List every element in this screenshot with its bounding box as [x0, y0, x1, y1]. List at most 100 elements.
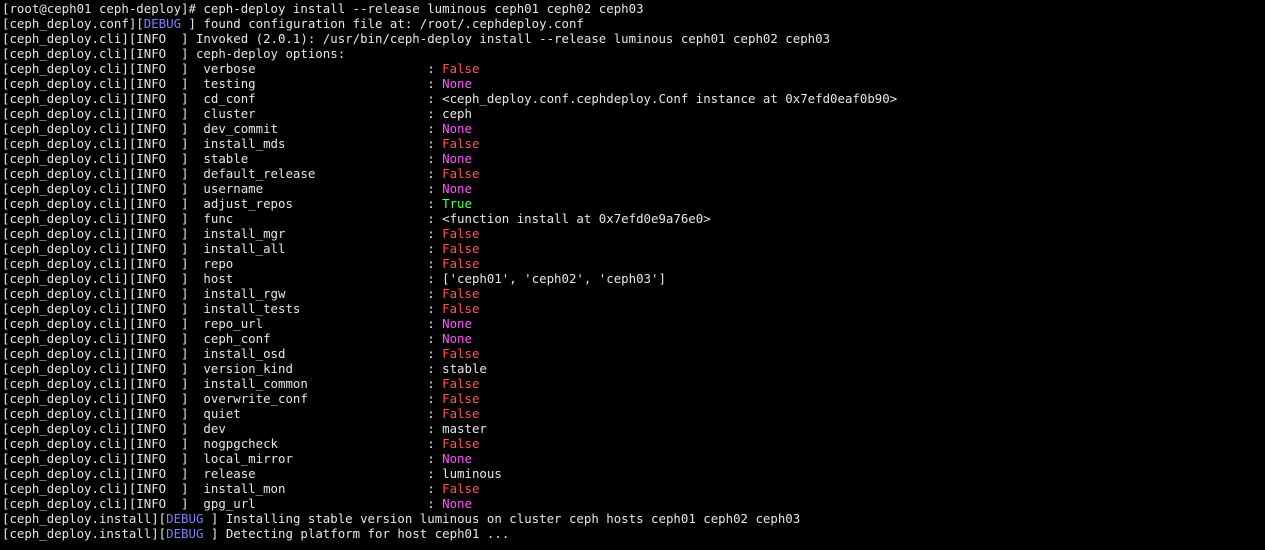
line-text: ] Detecting platform for host ceph01 ...: [203, 526, 510, 541]
line-text: [ceph_deploy.install][: [2, 526, 167, 541]
value-debug: DEBUG: [166, 526, 204, 541]
line-text: [ceph_deploy.cli][INFO ] ceph-deploy opt…: [2, 46, 346, 61]
value-false: False: [442, 346, 480, 361]
value-debug: DEBUG: [143, 16, 182, 31]
terminal-line: [ceph_deploy.cli][INFO ] install_rgw : F…: [0, 286, 1265, 301]
line-text: [ceph_deploy.cli][INFO ] repo_url :: [2, 316, 443, 331]
terminal-line: [ceph_deploy.cli][INFO ] nogpgcheck : Fa…: [0, 436, 1265, 451]
terminal-line: [ceph_deploy.cli][INFO ] install_mon : F…: [0, 481, 1265, 496]
line-text: [ceph_deploy.cli][INFO ] install_mds :: [2, 136, 443, 151]
line-text: [ceph_deploy.cli][INFO ] install_mon :: [2, 481, 443, 496]
terminal-line: [ceph_deploy.cli][INFO ] ceph_conf : Non…: [0, 331, 1265, 346]
terminal-line: [ceph_deploy.cli][INFO ] cluster : ceph: [0, 106, 1265, 121]
terminal-line: [ceph_deploy.cli][INFO ] username : None: [0, 181, 1265, 196]
terminal-line: [ceph_deploy.cli][INFO ] default_release…: [0, 166, 1265, 181]
terminal-line: [ceph_deploy.cli][INFO ] install_tests :…: [0, 301, 1265, 316]
line-text: [ceph_deploy.cli][INFO ] nogpgcheck :: [2, 436, 443, 451]
value-false: False: [442, 286, 480, 301]
terminal-line: [ceph_deploy.cli][INFO ] dev_commit : No…: [0, 121, 1265, 136]
line-text: [ceph_deploy.cli][INFO ] repo :: [2, 256, 443, 271]
terminal-line: [ceph_deploy.cli][INFO ] host : ['ceph01…: [0, 271, 1265, 286]
line-text: [ceph_deploy.cli][INFO ] host : ['ceph01…: [2, 271, 666, 286]
terminal-line: [ceph_deploy.cli][INFO ] install_mds : F…: [0, 136, 1265, 151]
terminal-line: [ceph_deploy.cli][INFO ] adjust_repos : …: [0, 196, 1265, 211]
command-prompt-line: [root@ceph01 ceph-deploy]# ceph-deploy i…: [0, 1, 1265, 16]
line-text: ] Installing stable version luminous on …: [203, 511, 801, 526]
value-false: False: [442, 436, 480, 451]
line-text: [ceph_deploy.cli][INFO ] cluster : ceph: [2, 106, 472, 121]
line-text: [ceph_deploy.cli][INFO ] dev_commit :: [2, 121, 443, 136]
terminal-line: [ceph_deploy.install][DEBUG ] Detecting …: [0, 526, 1265, 541]
value-false: False: [442, 301, 480, 316]
terminal-line: [ceph_deploy.cli][INFO ] ceph-deploy opt…: [0, 46, 1265, 61]
value-none: None: [442, 496, 472, 511]
line-text: [ceph_deploy.cli][INFO ] overwrite_conf …: [2, 391, 443, 406]
line-text: [ceph_deploy.cli][INFO ] install_tests :: [2, 301, 443, 316]
value-none: None: [442, 121, 472, 136]
line-text: [ceph_deploy.cli][INFO ] local_mirror :: [2, 451, 443, 466]
line-text: [ceph_deploy.cli][INFO ] install_all :: [2, 241, 443, 256]
line-text: [ceph_deploy.cli][INFO ] install_common …: [2, 376, 443, 391]
value-false: False: [442, 241, 480, 256]
value-none: None: [442, 181, 472, 196]
value-false: False: [442, 481, 480, 496]
line-text: [ceph_deploy.conf][: [2, 16, 144, 31]
terminal-line: [ceph_deploy.cli][INFO ] local_mirror : …: [0, 451, 1265, 466]
value-false: False: [442, 61, 480, 76]
terminal-line: [ceph_deploy.cli][INFO ] repo_url : None: [0, 316, 1265, 331]
terminal-line: [ceph_deploy.cli][INFO ] Invoked (2.0.1)…: [0, 31, 1265, 46]
line-text: [ceph_deploy.cli][INFO ] stable :: [2, 151, 443, 166]
value-true: True: [442, 196, 472, 211]
line-text: [ceph_deploy.cli][INFO ] username :: [2, 181, 443, 196]
terminal-line: [ceph_deploy.cli][INFO ] dev : master: [0, 421, 1265, 436]
terminal-line: [ceph_deploy.cli][INFO ] cd_conf : <ceph…: [0, 91, 1265, 106]
terminal-line: [ceph_deploy.cli][INFO ] verbose : False: [0, 61, 1265, 76]
terminal-line: [ceph_deploy.cli][INFO ] version_kind : …: [0, 361, 1265, 376]
value-none: None: [442, 451, 472, 466]
line-text: [ceph_deploy.install][: [2, 511, 167, 526]
line-text: [ceph_deploy.cli][INFO ] verbose :: [2, 61, 443, 76]
terminal-line: [ceph_deploy.cli][INFO ] quiet : False: [0, 406, 1265, 421]
line-text: [ceph_deploy.cli][INFO ] install_mgr :: [2, 226, 443, 241]
line-text: [ceph_deploy.cli][INFO ] Invoked (2.0.1)…: [2, 31, 831, 46]
line-text: [ceph_deploy.cli][INFO ] testing :: [2, 76, 443, 91]
line-text: [ceph_deploy.cli][INFO ] release : lumin…: [2, 466, 502, 481]
terminal-line: [ceph_deploy.cli][INFO ] testing : None: [0, 76, 1265, 91]
line-text: [ceph_deploy.cli][INFO ] install_rgw :: [2, 286, 443, 301]
value-false: False: [442, 226, 480, 241]
line-text: [ceph_deploy.cli][INFO ] install_osd :: [2, 346, 443, 361]
line-text: [ceph_deploy.cli][INFO ] ceph_conf :: [2, 331, 443, 346]
line-text: [ceph_deploy.cli][INFO ] quiet :: [2, 406, 443, 421]
terminal-line: [ceph_deploy.cli][INFO ] install_osd : F…: [0, 346, 1265, 361]
value-none: None: [442, 331, 472, 346]
terminal-line: [ceph_deploy.cli][INFO ] repo : False: [0, 256, 1265, 271]
terminal-line: [ceph_deploy.conf][DEBUG ] found configu…: [0, 16, 1265, 31]
line-text: ] found configuration file at: /root/.ce…: [181, 16, 584, 31]
value-none: None: [442, 76, 472, 91]
terminal-line: [ceph_deploy.cli][INFO ] release : lumin…: [0, 466, 1265, 481]
line-text: [root@ceph01 ceph-deploy]# ceph-deploy i…: [2, 1, 644, 16]
terminal-line: [ceph_deploy.cli][INFO ] install_all : F…: [0, 241, 1265, 256]
line-text: [ceph_deploy.cli][INFO ] gpg_url :: [2, 496, 443, 511]
value-false: False: [442, 376, 480, 391]
terminal-line: [ceph_deploy.cli][INFO ] stable : None: [0, 151, 1265, 166]
terminal-line: [ceph_deploy.cli][INFO ] func : <functio…: [0, 211, 1265, 226]
line-text: [ceph_deploy.cli][INFO ] dev : master: [2, 421, 487, 436]
terminal-line: [ceph_deploy.cli][INFO ] overwrite_conf …: [0, 391, 1265, 406]
line-text: [ceph_deploy.cli][INFO ] adjust_repos :: [2, 196, 443, 211]
value-false: False: [442, 136, 480, 151]
line-text: [ceph_deploy.cli][INFO ] default_release…: [2, 166, 443, 181]
line-text: [ceph_deploy.cli][INFO ] version_kind : …: [2, 361, 487, 376]
line-text: [ceph_deploy.cli][INFO ] cd_conf : <ceph…: [2, 91, 898, 106]
value-false: False: [442, 256, 480, 271]
terminal-line: [ceph_deploy.cli][INFO ] install_mgr : F…: [0, 226, 1265, 241]
terminal-line: [ceph_deploy.cli][INFO ] install_common …: [0, 376, 1265, 391]
value-debug: DEBUG: [166, 511, 204, 526]
value-false: False: [442, 406, 480, 421]
line-text: [ceph_deploy.cli][INFO ] func : <functio…: [2, 211, 711, 226]
terminal-line: [ceph_deploy.install][DEBUG ] Installing…: [0, 511, 1265, 526]
terminal-line: [ceph_deploy.cli][INFO ] gpg_url : None: [0, 496, 1265, 511]
terminal-output[interactable]: [root@ceph01 ceph-deploy]# ceph-deploy i…: [0, 0, 1265, 550]
value-none: None: [442, 151, 472, 166]
value-none: None: [442, 316, 472, 331]
